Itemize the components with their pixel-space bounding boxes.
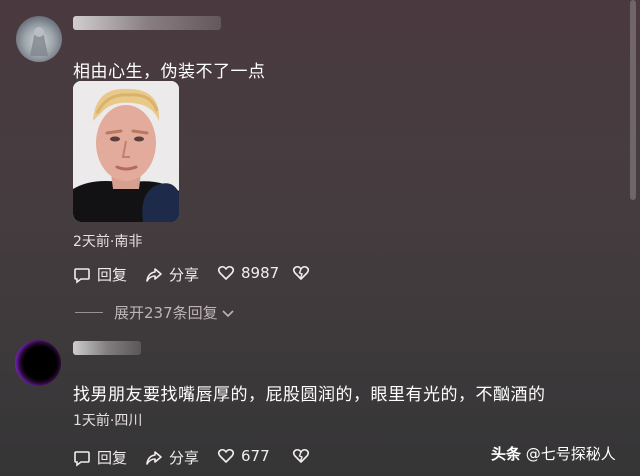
expand-divider xyxy=(75,312,103,313)
expand-replies-button[interactable]: 展开237条回复 xyxy=(114,302,235,323)
comment-meta: 1天前·四川 xyxy=(73,413,143,429)
like-button[interactable]: 677 xyxy=(217,447,270,465)
dislike-button[interactable] xyxy=(292,264,310,282)
broken-heart-icon xyxy=(292,448,310,463)
comment-meta: 2天前·南非 xyxy=(73,234,143,250)
share-button[interactable]: 分享 xyxy=(145,447,199,468)
scrollbar-thumb[interactable] xyxy=(630,0,636,200)
portrait-photo xyxy=(73,81,179,222)
avatar-figure-icon xyxy=(30,27,48,56)
broken-heart-icon xyxy=(292,265,310,280)
commenter-avatar[interactable] xyxy=(16,16,62,62)
expand-replies-label: 展开237条回复 xyxy=(114,304,218,322)
watermark-brand: 头条 xyxy=(491,445,522,463)
watermark: 头条 @七号探秘人 xyxy=(491,443,616,464)
heart-icon xyxy=(217,448,235,463)
share-button[interactable]: 分享 xyxy=(145,264,199,285)
reply-label: 回复 xyxy=(97,449,128,467)
like-count: 8987 xyxy=(241,264,280,282)
commenter-avatar[interactable] xyxy=(15,340,61,386)
like-button[interactable]: 8987 xyxy=(217,264,279,282)
share-icon xyxy=(146,450,162,465)
comment-text: 找男朋友要找嘴唇厚的，屁股圆润的，眼里有光的，不酗酒的 xyxy=(73,385,546,405)
dislike-button[interactable] xyxy=(292,447,310,465)
reply-label: 回复 xyxy=(97,266,128,284)
reply-button[interactable]: 回复 xyxy=(73,447,127,468)
like-count: 677 xyxy=(241,447,270,465)
chevron-down-icon xyxy=(222,309,234,317)
commenter-name-redacted[interactable] xyxy=(73,341,141,355)
share-label: 分享 xyxy=(169,449,200,467)
commenter-name-redacted[interactable] xyxy=(73,16,221,30)
share-icon xyxy=(146,267,162,282)
watermark-handle: @七号探秘人 xyxy=(525,445,616,463)
share-label: 分享 xyxy=(169,266,200,284)
reply-icon xyxy=(74,267,90,284)
reply-button[interactable]: 回复 xyxy=(73,264,127,285)
comment-text: 相由心生，伪装不了一点 xyxy=(73,62,266,82)
reply-icon xyxy=(74,450,90,467)
heart-icon xyxy=(217,265,235,280)
comment-image[interactable] xyxy=(73,81,179,222)
